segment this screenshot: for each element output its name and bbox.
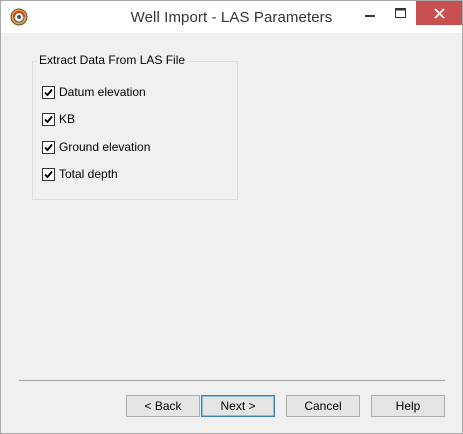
minimize-icon bbox=[365, 15, 375, 17]
close-icon bbox=[433, 7, 445, 19]
maximize-button[interactable] bbox=[386, 1, 414, 25]
title-bar[interactable]: Well Import - LAS Parameters bbox=[1, 1, 462, 33]
minimize-button[interactable] bbox=[356, 1, 384, 25]
cancel-button[interactable]: Cancel bbox=[286, 395, 360, 417]
total-depth-option[interactable]: Total depth bbox=[42, 166, 118, 182]
kb-option[interactable]: KB bbox=[42, 111, 75, 127]
datum-elevation-checkbox[interactable] bbox=[42, 85, 55, 99]
total-depth-label: Total depth bbox=[59, 167, 118, 181]
datum-elevation-label: Datum elevation bbox=[59, 85, 146, 99]
ground-elevation-option[interactable]: Ground elevation bbox=[42, 139, 150, 155]
total-depth-checkbox[interactable] bbox=[42, 167, 55, 181]
checkmark-icon bbox=[44, 143, 53, 151]
button-separator bbox=[19, 380, 445, 381]
next-button[interactable]: Next > bbox=[201, 395, 275, 417]
datum-elevation-option[interactable]: Datum elevation bbox=[42, 84, 146, 100]
checkmark-icon bbox=[44, 170, 53, 178]
help-button[interactable]: Help bbox=[371, 395, 445, 417]
back-button[interactable]: < Back bbox=[126, 395, 200, 417]
groupbox-label: Extract Data From LAS File bbox=[37, 53, 188, 67]
checkmark-icon bbox=[44, 88, 53, 96]
checkmark-icon bbox=[44, 115, 53, 123]
kb-checkbox[interactable] bbox=[42, 112, 55, 126]
ground-elevation-checkbox[interactable] bbox=[42, 140, 55, 154]
close-button[interactable] bbox=[416, 1, 462, 25]
well-import-dialog: Well Import - LAS Parameters Extract Dat… bbox=[0, 0, 463, 434]
maximize-icon bbox=[394, 8, 406, 18]
kb-label: KB bbox=[59, 112, 76, 126]
ground-elevation-label: Ground elevation bbox=[59, 140, 151, 154]
